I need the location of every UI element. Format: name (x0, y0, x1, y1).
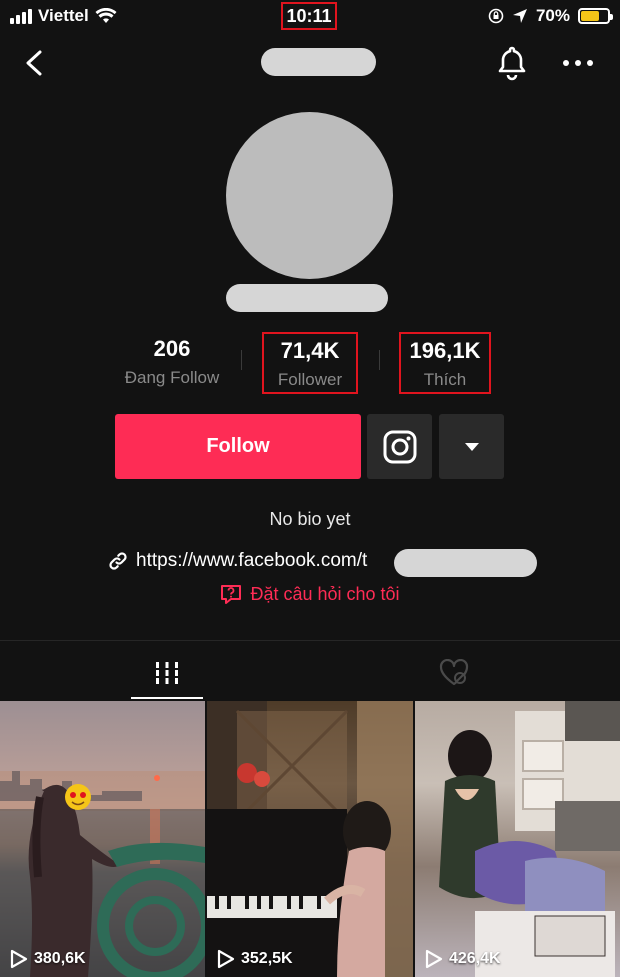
top-nav (0, 38, 620, 88)
bell-icon (498, 46, 526, 81)
stat-following[interactable]: 206 Đang Follow (110, 332, 234, 390)
tabs-divider (0, 640, 620, 641)
link-icon (109, 552, 127, 570)
bedroom-scene-image (439, 701, 620, 977)
back-button[interactable] (18, 46, 52, 80)
location-arrow-icon (512, 9, 527, 23)
following-count: 206 (153, 336, 191, 361)
signal-icon (10, 8, 32, 24)
stat-followers[interactable]: 71,4K Follower (262, 332, 358, 394)
followers-label: Follower (277, 370, 343, 389)
video-thumbnail[interactable]: 426,4K (415, 701, 620, 977)
video-views-count: 426,4K (449, 950, 501, 967)
following-label: Đang Follow (124, 368, 220, 387)
status-right: 70% (488, 6, 613, 26)
play-icon (217, 949, 235, 969)
more-dots-icon (563, 60, 593, 66)
play-icon (425, 949, 443, 969)
notification-button[interactable] (494, 44, 530, 82)
grid-bars-icon (154, 662, 180, 684)
active-tab-indicator (131, 697, 203, 699)
video-views: 426,4K (425, 949, 501, 969)
instagram-icon (383, 430, 416, 463)
battery-fill (581, 11, 600, 21)
heart-hidden-icon (439, 659, 469, 686)
likes-label: Thích (423, 370, 467, 389)
video-views: 380,6K (10, 949, 86, 969)
link-redacted (394, 549, 537, 577)
bio-link-text: https://www.facebook.com/t (136, 550, 368, 571)
orientation-lock-icon (488, 8, 504, 24)
ask-question-button[interactable]: Đặt câu hỏi cho tôi (0, 583, 620, 605)
stat-likes[interactable]: 196,1K Thích (399, 332, 491, 394)
battery-percent: 70% (535, 6, 570, 25)
stat-divider (241, 350, 242, 370)
handle-redacted (226, 284, 388, 312)
tab-videos[interactable] (131, 648, 203, 698)
instagram-button[interactable] (367, 414, 432, 479)
suggested-accounts-button[interactable] (439, 414, 504, 479)
carrier-name: Viettel (38, 6, 89, 25)
likes-count: 196,1K (409, 338, 481, 363)
battery-icon (578, 8, 613, 24)
video-thumbnail[interactable]: 380,6K (0, 701, 205, 977)
question-bubble-icon (221, 585, 242, 604)
more-options-button[interactable] (558, 48, 598, 78)
status-left: Viettel (10, 6, 117, 26)
wifi-icon (95, 8, 117, 23)
status-bar: Viettel 10:11 70% (0, 0, 620, 32)
video-views-count: 352,5K (241, 950, 293, 967)
video-views: 352,5K (217, 949, 293, 969)
follow-button[interactable]: Follow (115, 414, 361, 479)
profile-avatar[interactable] (226, 112, 393, 279)
video-views-count: 380,6K (34, 950, 86, 967)
piano-scene-image (207, 701, 413, 977)
back-chevron-icon (26, 50, 42, 76)
caret-down-icon (464, 442, 479, 451)
stat-divider (379, 350, 380, 370)
play-icon (10, 949, 28, 969)
username-redacted (261, 48, 376, 76)
bio-link[interactable]: https://www.facebook.com/t (108, 545, 367, 577)
followers-count: 71,4K (280, 338, 340, 363)
sunset-scene-image (0, 771, 205, 977)
ask-question-label: Đặt câu hỏi cho tôi (250, 583, 400, 604)
bio-text: No bio yet (269, 509, 351, 529)
status-time: 10:11 (281, 2, 337, 30)
tab-liked-videos[interactable] (418, 648, 490, 698)
video-thumbnail[interactable]: 352,5K (207, 701, 413, 977)
